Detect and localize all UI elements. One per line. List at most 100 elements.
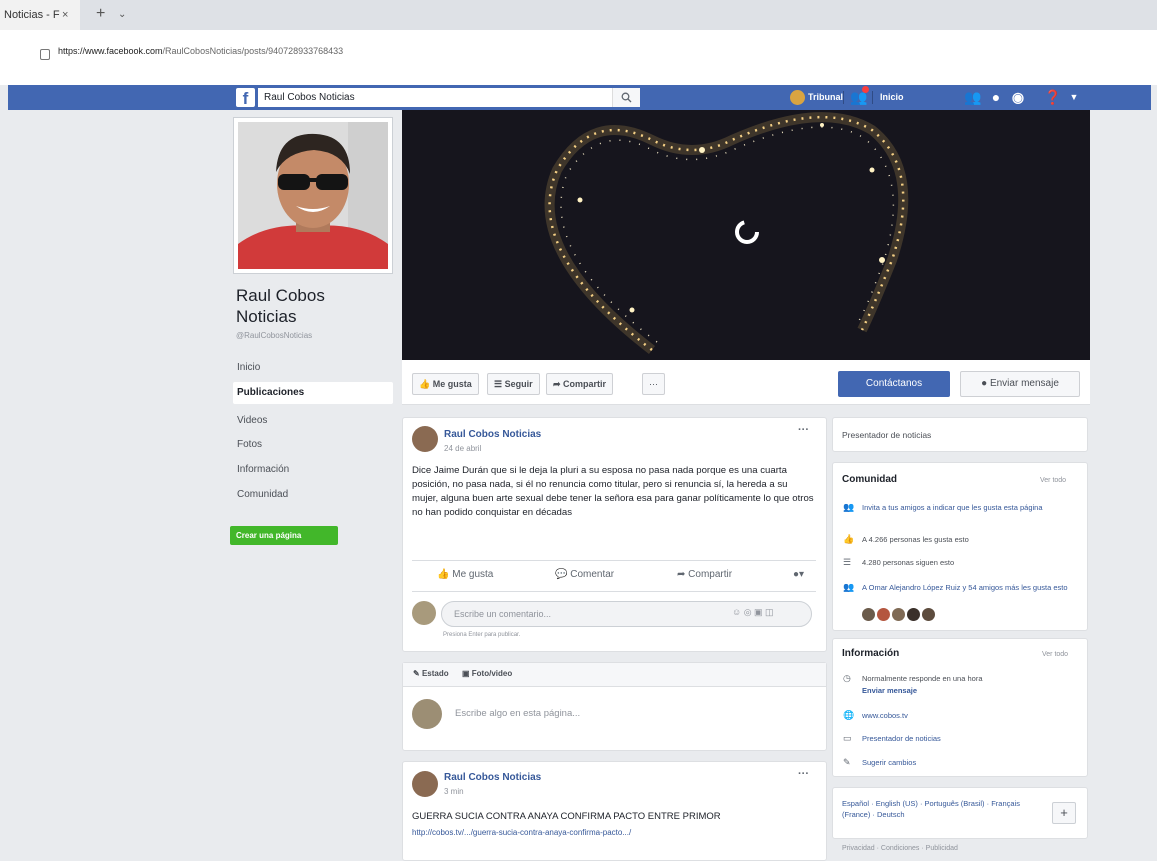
friend-avatar[interactable] xyxy=(877,608,890,621)
tab-close-icon[interactable]: × xyxy=(62,0,68,30)
commenter-avatar xyxy=(412,601,436,625)
post-comment-button[interactable]: 💬 Comentar xyxy=(555,569,614,580)
search-button[interactable] xyxy=(612,88,640,107)
friends-avatars xyxy=(862,608,942,622)
friend-avatar[interactable] xyxy=(862,608,875,621)
nav-divider xyxy=(843,91,844,104)
suggest-edits-link[interactable]: Sugerir cambios xyxy=(862,757,916,768)
composer-avatar xyxy=(412,699,442,729)
reaction-selector-icon[interactable]: ●▾ xyxy=(793,569,804,580)
friend-avatar[interactable] xyxy=(892,608,905,621)
share-icon: ➦ xyxy=(677,569,689,580)
url-text[interactable]: https://www.facebook.com/RaulCobosNotici… xyxy=(58,46,343,56)
pencil-icon: ✎ xyxy=(843,757,851,767)
post-author-name[interactable]: Raul Cobos Noticias xyxy=(444,772,541,783)
category-text[interactable]: Presentador de noticias xyxy=(842,430,931,441)
page-like-label: Me gusta xyxy=(432,379,472,389)
left-nav-item-fotos[interactable]: Fotos xyxy=(233,434,393,456)
page-share-label: Compartir xyxy=(563,379,607,389)
post-timestamp[interactable]: 3 min xyxy=(444,787,464,796)
tab-title: Noticias - F xyxy=(4,9,60,21)
add-language-button[interactable]: + xyxy=(1052,802,1076,824)
facebook-logo-icon[interactable]: f xyxy=(236,88,255,108)
post-author-name[interactable]: Raul Cobos Noticias xyxy=(444,429,541,440)
post-author-avatar[interactable] xyxy=(412,771,438,797)
follow-icon: ☰ xyxy=(494,379,505,389)
info-title[interactable]: Información xyxy=(842,648,899,659)
page-like-button[interactable]: 👍 Me gusta xyxy=(412,373,479,395)
thumbs-up-icon: 👍 xyxy=(437,569,453,580)
left-nav-item-informacion[interactable]: Información xyxy=(233,459,393,481)
website-link[interactable]: www.cobos.tv xyxy=(862,710,908,721)
info-see-all-link[interactable]: Ver todo xyxy=(1042,651,1068,658)
community-title[interactable]: Comunidad xyxy=(842,474,897,485)
page-title[interactable]: Raul Cobos Noticias xyxy=(236,285,386,327)
thumbs-up-icon: 👍 xyxy=(419,379,433,389)
address-bar[interactable] xyxy=(0,30,1157,85)
nav-user-name[interactable]: Tribunal xyxy=(808,89,843,106)
post-author-avatar[interactable] xyxy=(412,426,438,452)
new-tab-button[interactable]: + xyxy=(96,0,105,28)
browser-tab-bar: Noticias - F × + ⌄ xyxy=(0,0,1157,30)
globe-icon[interactable]: ◉ xyxy=(1010,89,1026,105)
composer-photo-label: Foto/video xyxy=(471,669,513,678)
post-like-button[interactable]: 👍 Me gusta xyxy=(437,569,493,580)
category-link[interactable]: Presentador de noticias xyxy=(862,733,941,744)
friends-like-link[interactable]: A Omar Alejandro López Ruiz y 54 amigos … xyxy=(862,582,1077,593)
left-nav-item-inicio[interactable]: Inicio xyxy=(233,357,393,379)
post-comment-label: Comentar xyxy=(570,569,615,580)
globe-icon: 🌐 xyxy=(843,710,855,720)
composer-status-label: Estado xyxy=(421,669,449,678)
community-card xyxy=(832,462,1088,631)
composer-input[interactable]: Escribe algo en esta página... xyxy=(455,708,580,719)
composer-status-tab[interactable]: ✎ Estado xyxy=(413,669,449,678)
user-avatar[interactable] xyxy=(790,90,805,105)
send-message-button[interactable]: ● Enviar mensaje xyxy=(960,371,1080,397)
chevron-down-icon[interactable]: ▼ xyxy=(1066,89,1082,105)
profile-picture[interactable] xyxy=(233,117,393,274)
cover-video[interactable] xyxy=(402,110,1090,360)
post-options-button[interactable]: ··· xyxy=(798,424,809,436)
create-page-button[interactable]: Crear una página xyxy=(230,526,338,545)
community-see-all-link[interactable]: Ver todo xyxy=(1040,477,1066,484)
invite-friends-icon: 👥 xyxy=(843,502,855,512)
post-options-button[interactable]: ··· xyxy=(798,768,809,780)
friend-avatar[interactable] xyxy=(922,608,935,621)
post-link[interactable]: http://cobos.tv/.../guerra-sucia-contra-… xyxy=(412,826,822,840)
left-nav-item-publicaciones[interactable]: Publicaciones xyxy=(233,382,393,404)
plus-icon: + xyxy=(1060,805,1068,820)
page-more-button[interactable]: ··· xyxy=(642,373,665,395)
page-follow-button[interactable]: ☰ Seguir xyxy=(487,373,540,395)
send-message-link[interactable]: Enviar mensaje xyxy=(862,685,917,696)
follows-count: 4.280 personas siguen esto xyxy=(862,558,955,567)
page-handle[interactable]: @RaulCobosNoticias xyxy=(236,331,312,340)
page-share-button[interactable]: ➦ Compartir xyxy=(546,373,614,395)
left-nav-item-comunidad[interactable]: Comunidad xyxy=(233,484,393,506)
friend-avatar[interactable] xyxy=(907,608,920,621)
left-nav-item-videos[interactable]: Videos xyxy=(233,410,393,432)
friends-icon[interactable]: 👥 xyxy=(964,89,981,105)
post-timestamp[interactable]: 24 de abril xyxy=(444,444,481,453)
search-input[interactable]: Raul Cobos Noticias xyxy=(258,88,640,107)
profile-photo xyxy=(238,122,388,269)
post-like-label: Me gusta xyxy=(452,569,494,580)
send-message-label: Enviar mensaje xyxy=(989,378,1059,389)
comment-attach-icons[interactable]: ☺ ◎ ▣ ◫ xyxy=(732,607,774,618)
post-text: GUERRA SUCIA CONTRA ANAYA CONFIRMA PACTO… xyxy=(412,811,721,822)
invite-friends-link[interactable]: Invita a tus amigos a indicar que les gu… xyxy=(862,502,1077,513)
contact-button[interactable]: Contáctanos xyxy=(838,371,950,397)
footer-links[interactable]: Privacidad · Condiciones · Publicidad xyxy=(842,843,958,854)
clock-icon: ◷ xyxy=(843,673,851,683)
friends-icon: 👥 xyxy=(843,582,855,592)
notification-badge xyxy=(862,86,869,93)
post-share-button[interactable]: ➦ Compartir xyxy=(677,569,732,580)
folder-icon: ▭ xyxy=(843,733,852,743)
tab-dropdown-icon[interactable]: ⌄ xyxy=(118,0,126,30)
follow-icon: ☰ xyxy=(843,557,852,567)
help-icon[interactable]: ❓ xyxy=(1044,89,1061,105)
messenger-icon[interactable]: ● xyxy=(988,89,1004,105)
nav-home-link[interactable]: Inicio xyxy=(880,89,904,106)
languages-list[interactable]: Español · English (US) · Português (Bras… xyxy=(842,798,1042,820)
composer-photo-tab[interactable]: ▣ Foto/video xyxy=(462,669,512,678)
url-domain: https://www.facebook.com xyxy=(58,46,163,56)
